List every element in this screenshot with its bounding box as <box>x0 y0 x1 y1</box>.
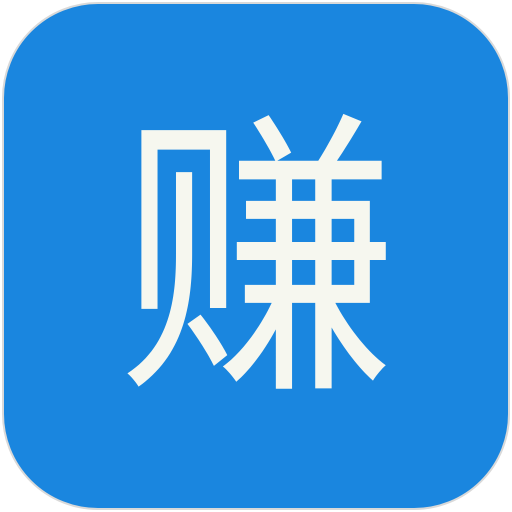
app-icon[interactable]: 赚 <box>2 2 510 510</box>
app-icon-glyph: 赚 <box>118 87 398 436</box>
